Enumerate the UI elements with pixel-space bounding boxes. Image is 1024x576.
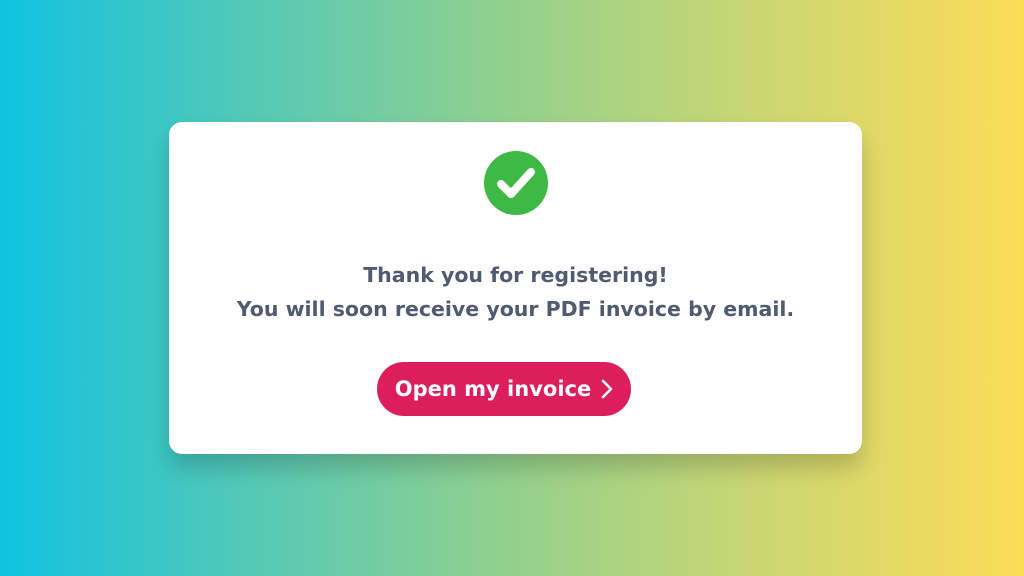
- open-invoice-button[interactable]: Open my invoice: [377, 362, 631, 416]
- gradient-background: Thank you for registering! You will soon…: [0, 0, 1024, 576]
- message-line-2: You will soon receive your PDF invoice b…: [236, 297, 795, 321]
- chevron-right-icon: [601, 379, 613, 399]
- open-invoice-button-label: Open my invoice: [394, 377, 592, 401]
- message-line-1: Thank you for registering!: [363, 263, 668, 287]
- check-circle-icon: [484, 151, 548, 215]
- confirmation-message: Thank you for registering! You will soon…: [169, 258, 862, 326]
